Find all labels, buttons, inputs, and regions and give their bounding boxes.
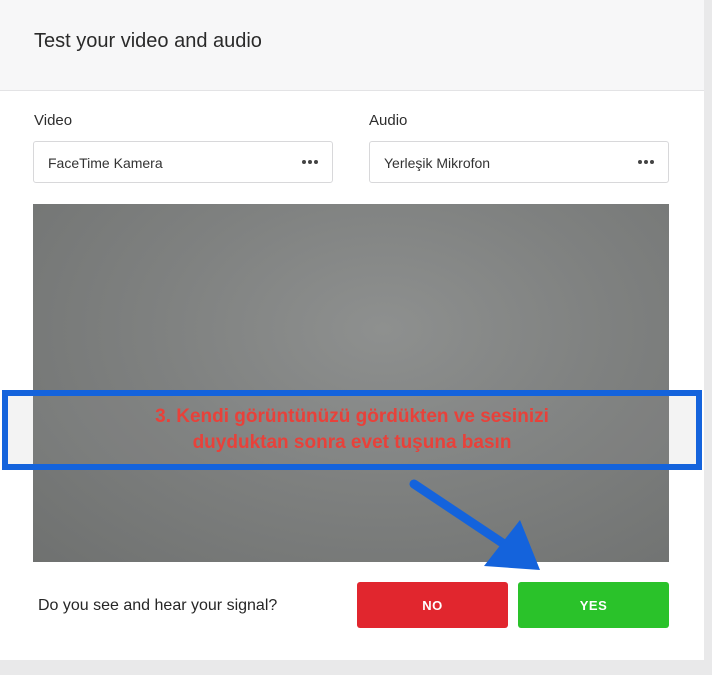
audio-source-value: Yerleşik Mikrofon bbox=[384, 155, 491, 171]
video-preview bbox=[33, 204, 669, 562]
instruction-line-2: duyduktan sonra evet tuşuna basın bbox=[192, 432, 512, 453]
no-button[interactable]: NO bbox=[357, 582, 508, 628]
yes-button[interactable]: YES bbox=[518, 582, 669, 628]
video-source-select[interactable]: FaceTime Kamera bbox=[33, 141, 333, 183]
panel-header: Test your video and audio bbox=[0, 0, 704, 91]
audio-source-select[interactable]: Yerleşik Mikrofon bbox=[369, 141, 669, 183]
ellipsis-icon[interactable] bbox=[638, 160, 654, 164]
panel-title: Test your video and audio bbox=[34, 30, 262, 52]
audio-label: Audio bbox=[369, 112, 408, 129]
pointer-arrow-icon bbox=[409, 479, 540, 570]
instruction-annotation: 3. Kendi görüntünüzü gördükten ve sesini… bbox=[2, 390, 702, 470]
video-label: Video bbox=[34, 112, 73, 129]
instruction-text: 3. Kendi görüntünüzü gördükten ve sesini… bbox=[8, 404, 696, 456]
test-av-panel: Test your video and audio Video FaceTime… bbox=[0, 0, 704, 660]
instruction-line-1: 3. Kendi görüntünüzü gördükten ve sesini… bbox=[155, 406, 549, 427]
video-source-value: FaceTime Kamera bbox=[48, 155, 163, 171]
ellipsis-icon[interactable] bbox=[302, 160, 318, 164]
signal-question: Do you see and hear your signal? bbox=[38, 597, 278, 614]
